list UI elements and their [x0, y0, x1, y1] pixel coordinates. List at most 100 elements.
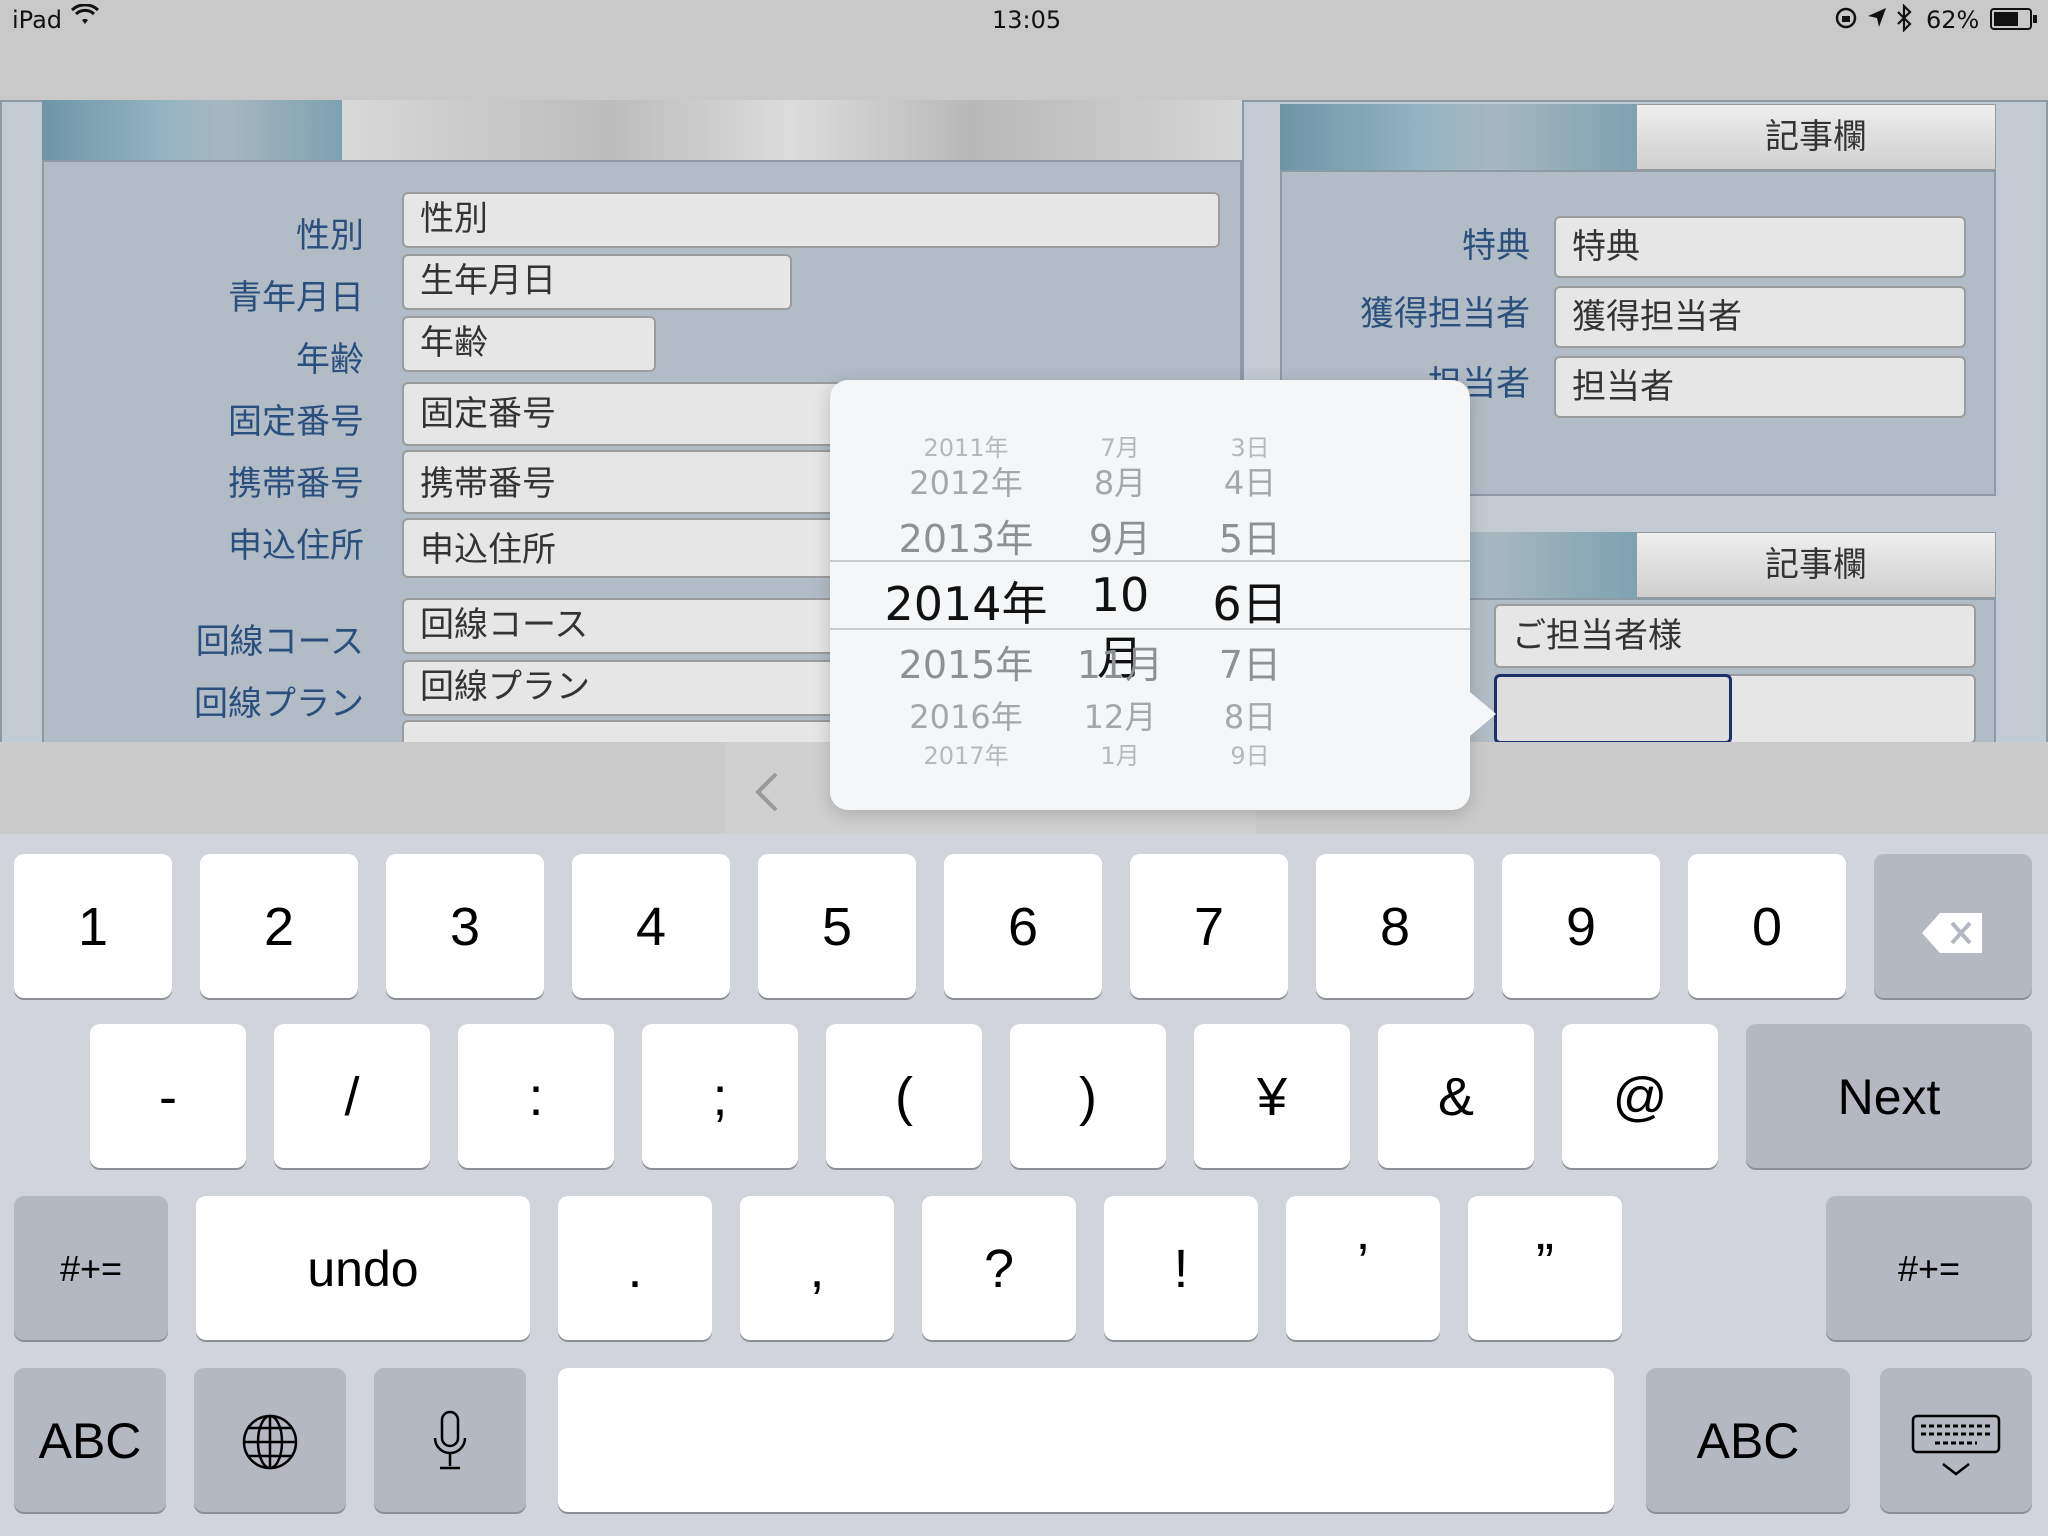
picker-row[interactable]: 2015年 11月 7日 — [830, 634, 1470, 687]
picker-row[interactable]: 2011年 7月 3日 — [830, 428, 1470, 462]
picker-month[interactable]: 12月 — [1070, 692, 1170, 738]
key-6[interactable]: 6 — [944, 854, 1102, 998]
key-yen[interactable]: ¥ — [1194, 1024, 1350, 1168]
field-label-gender: 性別 — [296, 216, 364, 256]
contact-field[interactable]: ご担当者様 — [1494, 604, 1976, 668]
battery-percent: 62% — [1926, 6, 1980, 34]
picker-selected-year[interactable]: 2014年 — [876, 568, 1056, 634]
more-symbols-key[interactable]: #+= — [14, 1196, 168, 1340]
field-label-landline: 固定番号 — [228, 402, 364, 442]
redacted-tab-strip — [342, 100, 1242, 160]
picker-year[interactable]: 2017年 — [876, 736, 1056, 771]
key-2[interactable]: 2 — [200, 854, 358, 998]
key-question[interactable]: ? — [922, 1196, 1076, 1340]
key-hyphen[interactable]: - — [90, 1024, 246, 1168]
tab-notes[interactable]: 記事欄 — [1636, 104, 1996, 170]
key-exclamation[interactable]: ! — [1104, 1196, 1258, 1340]
key-open-paren[interactable]: ( — [826, 1024, 982, 1168]
device-name: iPad — [12, 6, 63, 34]
popover-arrow — [1470, 692, 1496, 736]
key-comma[interactable]: , — [740, 1196, 894, 1340]
key-colon[interactable]: : — [458, 1024, 614, 1168]
picker-selected-day[interactable]: 6日 — [1200, 568, 1300, 634]
key-9[interactable]: 9 — [1502, 854, 1660, 998]
picker-day[interactable]: 9日 — [1200, 736, 1300, 771]
picker-row[interactable]: 2017年 1月 9日 — [830, 736, 1470, 770]
field-label-address: 申込住所 — [228, 526, 364, 566]
key-period[interactable]: . — [558, 1196, 712, 1340]
keyboard: 1 2 3 4 5 6 7 8 9 0 - / : ; ( ) ¥ & @ Ne… — [0, 834, 2048, 1536]
bluetooth-icon — [1896, 3, 1912, 38]
birthdate-field[interactable]: 生年月日 — [402, 254, 792, 310]
picker-year[interactable]: 2015年 — [876, 634, 1056, 689]
gender-field[interactable]: 性別 — [402, 192, 1220, 248]
clock: 13:05 — [992, 6, 1062, 34]
abc-key-left[interactable]: ABC — [14, 1368, 166, 1512]
key-quote[interactable]: ” — [1468, 1196, 1622, 1340]
microphone-icon — [374, 1410, 526, 1485]
dictation-key[interactable] — [374, 1368, 526, 1512]
picker-month[interactable]: 1月 — [1070, 736, 1170, 771]
field-label-line-plan: 回線プラン — [194, 684, 364, 724]
field-label-acquirer: 獲得担当者 — [1360, 294, 1530, 334]
key-7[interactable]: 7 — [1130, 854, 1288, 998]
staff-field[interactable]: 担当者 — [1554, 356, 1966, 418]
next-key[interactable]: Next — [1746, 1024, 2032, 1168]
more-symbols-key-right[interactable]: #+= — [1826, 1196, 2032, 1340]
key-close-paren[interactable]: ) — [1010, 1024, 1166, 1168]
benefit-field[interactable]: 特典 — [1554, 216, 1966, 278]
keyboard-dismiss-icon — [1880, 1414, 2032, 1493]
rotation-lock-icon — [1834, 6, 1858, 36]
picker-row[interactable]: 2012年 8月 4日 — [830, 458, 1470, 502]
space-bar[interactable] — [558, 1368, 1614, 1512]
tab-notes-2[interactable]: 記事欄 — [1636, 532, 1996, 598]
location-icon — [1866, 6, 1888, 36]
key-ampersand[interactable]: & — [1378, 1024, 1534, 1168]
picker-day[interactable]: 7日 — [1200, 634, 1300, 689]
picker-row-selected[interactable]: 2014年 10月 6日 — [830, 568, 1470, 685]
previous-arrow-icon[interactable] — [752, 770, 782, 818]
field-label-birthdate: 青年月日 — [228, 278, 364, 318]
navigation-bar — [0, 40, 2048, 102]
field-label-benefit: 特典 — [1462, 226, 1530, 266]
redacted-tab — [42, 100, 342, 160]
picker-day[interactable]: 5日 — [1200, 508, 1300, 563]
wifi-icon — [70, 3, 100, 34]
date-picker-popover[interactable]: 2011年 7月 3日 2012年 8月 4日 2013年 9月 5日 2014… — [830, 380, 1470, 810]
key-8[interactable]: 8 — [1316, 854, 1474, 998]
picker-day[interactable]: 8日 — [1200, 692, 1300, 738]
picker-row[interactable]: 2013年 9月 5日 — [830, 508, 1470, 561]
key-slash[interactable]: / — [274, 1024, 430, 1168]
age-field[interactable]: 年齢 — [402, 316, 656, 372]
picker-month[interactable]: 8月 — [1070, 458, 1170, 504]
redacted-tab-right — [1280, 104, 1636, 170]
picker-year[interactable]: 2013年 — [876, 508, 1056, 563]
field-label-line-course: 回線コース — [195, 622, 364, 662]
key-4[interactable]: 4 — [572, 854, 730, 998]
picker-month[interactable]: 11月 — [1070, 634, 1170, 689]
battery-icon — [1990, 8, 2038, 36]
key-1[interactable]: 1 — [14, 854, 172, 998]
globe-key[interactable] — [194, 1368, 346, 1512]
undo-key[interactable]: undo — [196, 1196, 530, 1340]
picker-day[interactable]: 4日 — [1200, 458, 1300, 504]
focused-input[interactable] — [1494, 674, 1732, 744]
key-0[interactable]: 0 — [1688, 854, 1846, 998]
field-label-mobile: 携帯番号 — [228, 464, 364, 504]
key-at[interactable]: @ — [1562, 1024, 1718, 1168]
key-semicolon[interactable]: ; — [642, 1024, 798, 1168]
picker-month[interactable]: 9月 — [1070, 508, 1170, 563]
picker-year[interactable]: 2012年 — [876, 458, 1056, 504]
globe-icon — [194, 1412, 346, 1485]
picker-year[interactable]: 2016年 — [876, 692, 1056, 738]
key-5[interactable]: 5 — [758, 854, 916, 998]
acquirer-field[interactable]: 獲得担当者 — [1554, 286, 1966, 348]
backspace-icon — [1874, 906, 2032, 968]
picker-row[interactable]: 2016年 12月 8日 — [830, 692, 1470, 736]
abc-key-right[interactable]: ABC — [1646, 1368, 1850, 1512]
delete-key[interactable] — [1874, 854, 2032, 998]
key-apostrophe[interactable]: ’ — [1286, 1196, 1440, 1340]
dismiss-keyboard-key[interactable] — [1880, 1368, 2032, 1512]
status-bar: iPad 13:05 62% — [0, 0, 2048, 40]
key-3[interactable]: 3 — [386, 854, 544, 998]
